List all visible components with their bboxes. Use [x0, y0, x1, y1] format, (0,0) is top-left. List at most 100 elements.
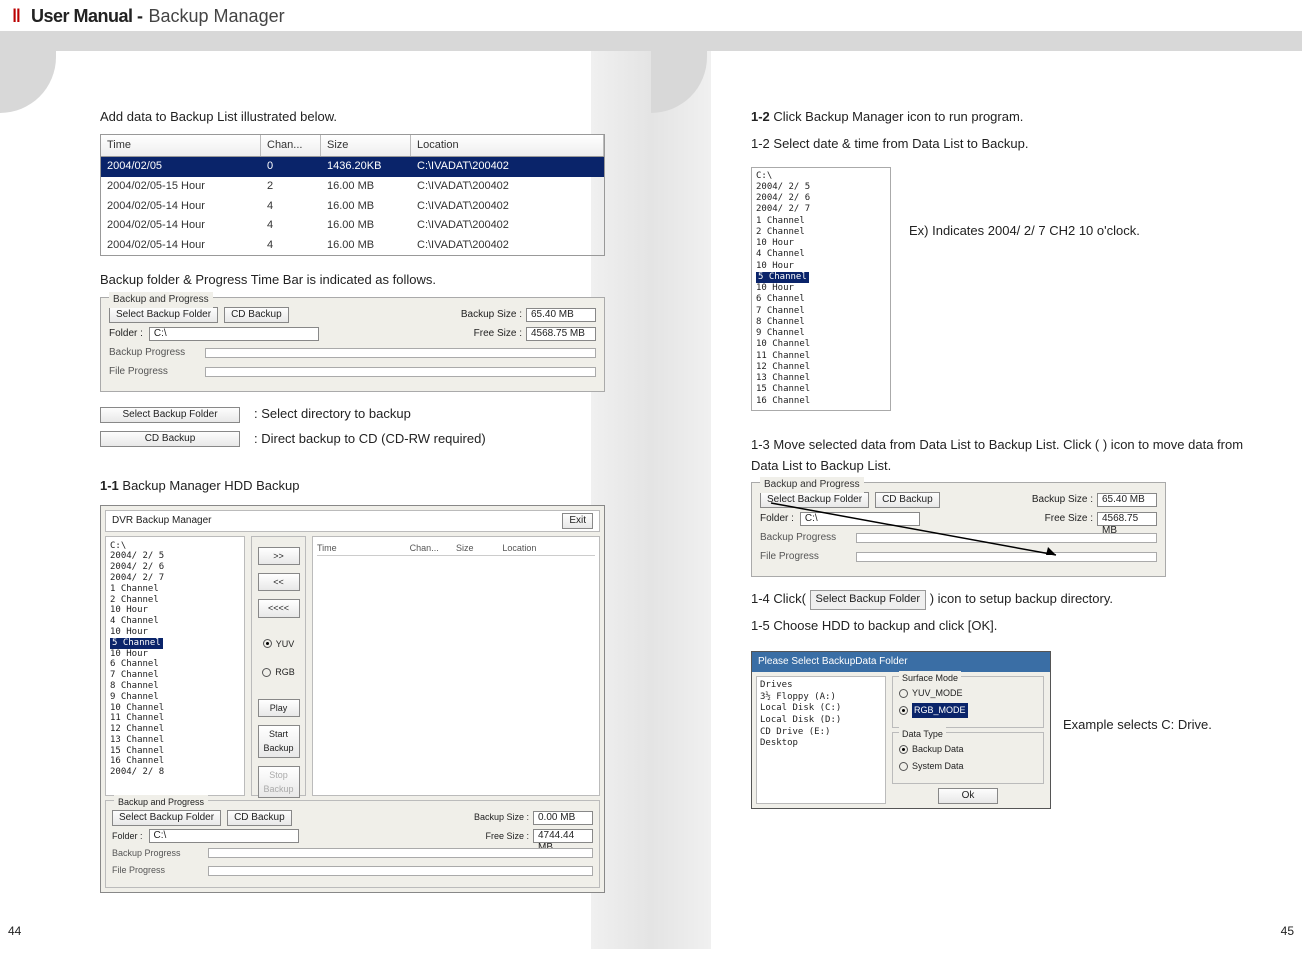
cd-backup-button[interactable]: CD Backup	[227, 810, 292, 826]
cell: 2004/02/05-14 Hour	[101, 216, 261, 236]
cell: C:\IVADAT\200402	[411, 157, 604, 177]
select-backup-folder-button[interactable]: Select Backup Folder	[760, 492, 869, 508]
spread: Add data to Backup List illustrated belo…	[0, 51, 1302, 949]
backup-size-value: 65.40 MB	[1097, 493, 1157, 507]
cell: C:\IVADAT\200402	[411, 177, 604, 197]
move-all-left-button[interactable]: <<<<	[258, 599, 300, 617]
folder-label: Folder :	[112, 829, 143, 843]
cell: 16.00 MB	[321, 236, 411, 256]
backup-progress-bar	[856, 533, 1157, 543]
folder-value: C:\	[149, 327, 319, 341]
section-text: Click Backup Manager icon to run program…	[770, 109, 1024, 124]
cell: 2004/02/05-14 Hour	[101, 197, 261, 217]
header-title: User Manual -	[31, 6, 143, 27]
free-size-value: 4744.44 MB	[533, 829, 593, 843]
backup-progress-bar	[208, 848, 593, 858]
backup-progress-panel: Backup and Progress Select Backup Folder…	[105, 800, 600, 888]
drive-tree[interactable]: Drives 3½ Floppy (A:) Local Disk (C:) Lo…	[756, 676, 886, 804]
system-data-radio[interactable]: System Data	[899, 759, 1037, 773]
cell: 2004/02/05-15 Hour	[101, 177, 261, 197]
table-row: 2004/02/05 0 1436.20KB C:\IVADAT\200402	[101, 157, 604, 177]
start-backup-button[interactable]: Start Backup	[258, 725, 300, 758]
folder-label: Folder :	[760, 511, 794, 527]
backup-list-area: Time Chan... Size Location	[312, 536, 600, 796]
cd-backup-button[interactable]: CD Backup	[875, 492, 940, 508]
caption-progress: Backup folder & Progress Time Bar is ind…	[100, 270, 611, 291]
backup-data-radio[interactable]: Backup Data	[899, 742, 1037, 756]
file-progress-label: File Progress	[760, 549, 850, 565]
col-time: Time	[317, 541, 410, 555]
backup-progress-panel: Backup and Progress Select Backup Folder…	[751, 482, 1166, 577]
tree-example: C:\ 2004/ 2/ 5 2004/ 2/ 6 2004/ 2/ 7 1 C…	[751, 161, 1262, 425]
text-1-3: 1-3 Move selected data from Data List to…	[751, 435, 1262, 477]
cell: C:\IVADAT\200402	[411, 236, 604, 256]
data-list-tree[interactable]: C:\ 2004/ 2/ 5 2004/ 2/ 6 2004/ 2/ 7 1 C…	[105, 536, 245, 796]
rgb-radio[interactable]: RGB	[262, 665, 295, 679]
radio-label: RGB_MODE	[912, 703, 968, 717]
cell: 16.00 MB	[321, 177, 411, 197]
group-label: Backup and Progress	[114, 795, 208, 809]
col-time: Time	[101, 135, 261, 157]
cell: C:\IVADAT\200402	[411, 197, 604, 217]
section-1-1: 1-1 Backup Manager HDD Backup	[100, 476, 611, 497]
folder-select-wrap: Please Select BackupData Folder Drives 3…	[751, 643, 1262, 809]
radio-label: Backup Data	[912, 742, 964, 756]
button-description-row: CD Backup : Direct backup to CD (CD-RW r…	[100, 429, 611, 450]
cell: 2004/02/05-14 Hour	[101, 236, 261, 256]
section-number: 1-1	[100, 478, 119, 493]
cell: 4	[261, 216, 321, 236]
select-backup-folder-button[interactable]: Select Backup Folder	[109, 307, 218, 323]
table-row: 2004/02/05-14 Hour 4 16.00 MB C:\IVADAT\…	[101, 236, 604, 256]
col-size: Size	[321, 135, 411, 157]
backup-size-value: 0.00 MB	[533, 811, 593, 825]
cell: 0	[261, 157, 321, 177]
backup-progress-bar	[205, 348, 596, 358]
col-channel: Chan...	[261, 135, 321, 157]
page-thumb-curve-left	[0, 51, 56, 113]
free-size-label: Free Size :	[485, 829, 529, 843]
file-progress-bar	[205, 367, 596, 377]
backup-progress-label: Backup Progress	[112, 846, 202, 860]
radio-label: YUV_MODE	[912, 686, 963, 700]
cd-backup-button[interactable]: CD Backup	[224, 307, 289, 323]
rgb-mode-radio[interactable]: RGB_MODE	[899, 703, 1037, 717]
cd-backup-button[interactable]: CD Backup	[100, 431, 240, 447]
select-backup-folder-button[interactable]: Select Backup Folder	[112, 810, 221, 826]
col-size: Size	[456, 541, 502, 555]
radio-label: RGB	[275, 665, 295, 679]
page-header: ‖ User Manual - Backup Manager	[0, 0, 1302, 31]
header-marker: ‖	[12, 6, 21, 27]
move-right-button[interactable]: >>	[258, 547, 300, 565]
select-backup-folder-button[interactable]: Select Backup Folder	[100, 407, 240, 423]
cell: 2	[261, 177, 321, 197]
select-backup-folder-button[interactable]: Select Backup Folder	[810, 590, 927, 610]
group-label: Surface Mode	[899, 671, 961, 685]
move-left-button[interactable]: <<	[258, 573, 300, 591]
data-list-tree[interactable]: C:\ 2004/ 2/ 5 2004/ 2/ 6 2004/ 2/ 7 1 C…	[751, 167, 891, 411]
cell: 2004/02/05	[101, 157, 261, 177]
stop-backup-button[interactable]: Stop Backup	[258, 766, 300, 799]
play-button[interactable]: Play	[258, 699, 300, 717]
backup-size-label: Backup Size :	[474, 810, 529, 824]
backup-progress-label: Backup Progress	[760, 530, 850, 546]
col-location: Location	[502, 541, 595, 555]
text-1-2a: 1-2 Click Backup Manager icon to run pro…	[751, 107, 1262, 128]
free-size-label: Free Size :	[474, 326, 522, 342]
text-1-5: 1-5 Choose HDD to backup and click [OK].	[751, 616, 1262, 637]
yuv-mode-radio[interactable]: YUV_MODE	[899, 686, 1037, 700]
exit-button[interactable]: Exit	[562, 513, 593, 529]
data-type-group: Data Type Backup Data System Data	[892, 732, 1044, 784]
cell: C:\IVADAT\200402	[411, 216, 604, 236]
example-note: Ex) Indicates 2004/ 2/ 7 CH2 10 o'clock.	[909, 221, 1140, 242]
yuv-radio[interactable]: YUV	[263, 637, 295, 651]
example-drive-note: Example selects C: Drive.	[1063, 715, 1212, 736]
file-progress-bar	[856, 552, 1157, 562]
text-fragment: 1-4 Click(	[751, 591, 810, 606]
table-row: 2004/02/05-14 Hour 4 16.00 MB C:\IVADAT\…	[101, 216, 604, 236]
file-progress-label: File Progress	[109, 364, 199, 380]
ok-button[interactable]: Ok	[938, 788, 998, 804]
col-location: Location	[411, 135, 604, 157]
header-graybar	[0, 31, 1302, 51]
radio-label: System Data	[912, 759, 964, 773]
folder-value: C:\	[149, 829, 299, 843]
